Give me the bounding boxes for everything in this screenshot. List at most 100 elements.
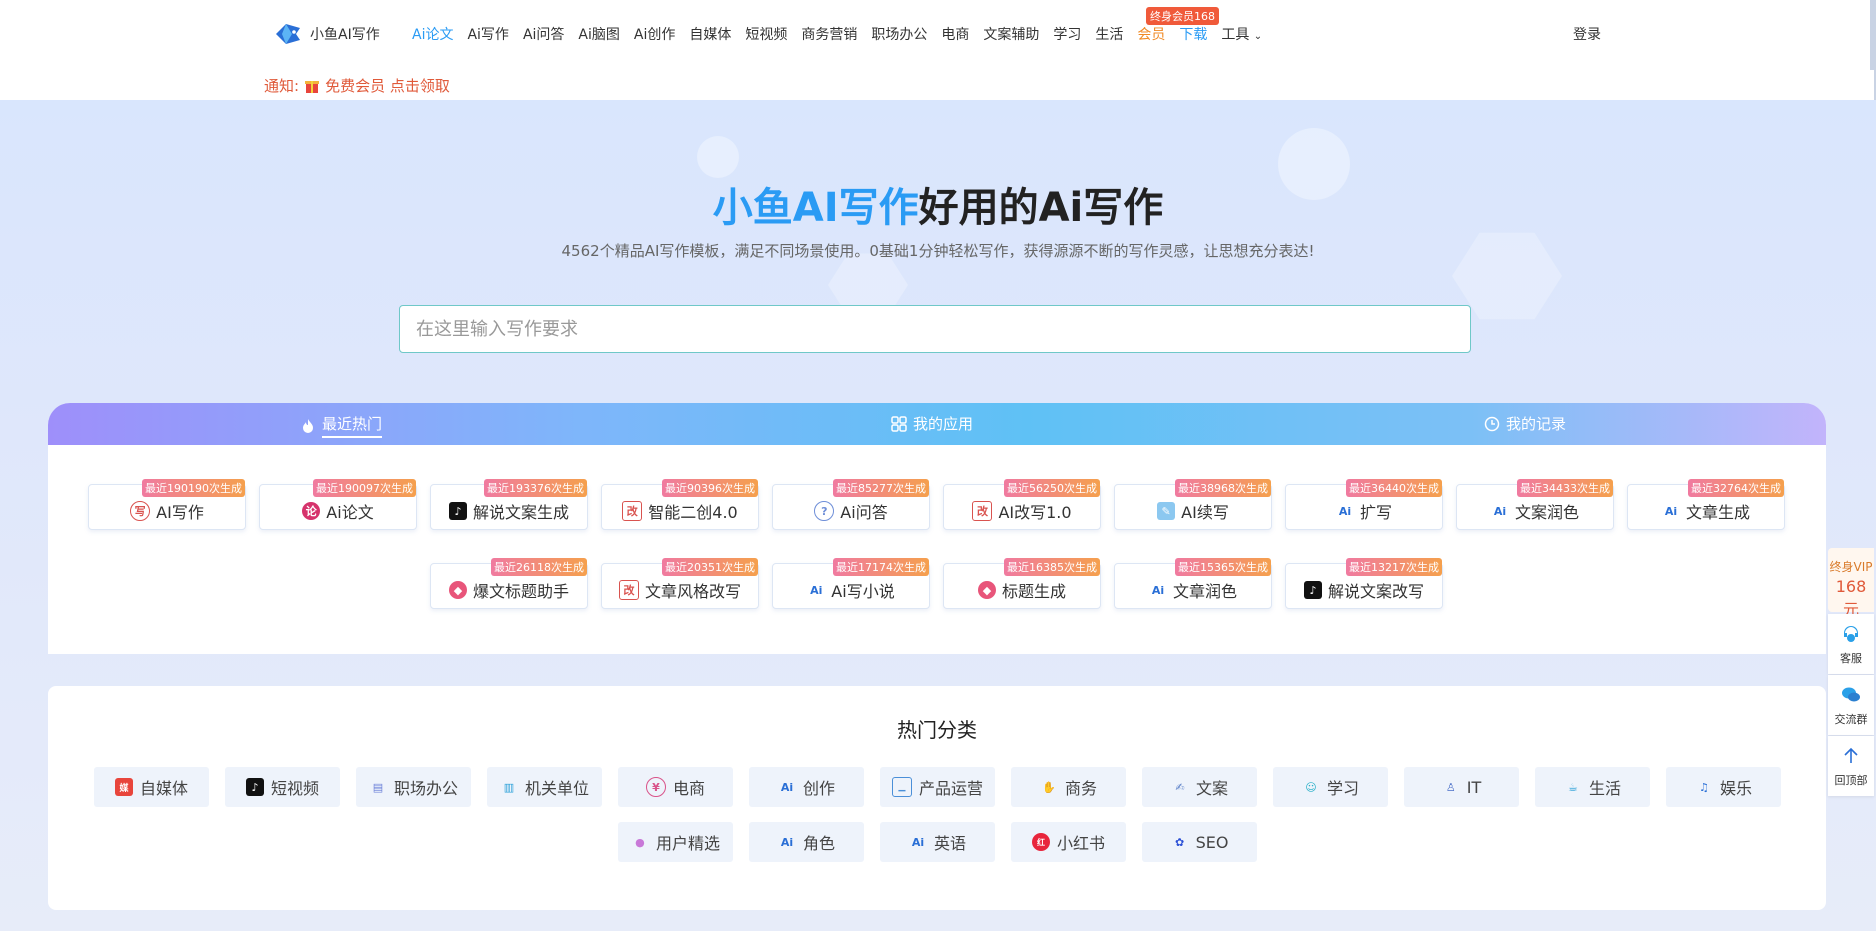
app-label: 扩写 [1359,503,1392,522]
category-seo[interactable]: ✿ SEO [1142,822,1257,862]
app-card-title-gen[interactable]: 最近16385次生成 ◆ 标题生成 [943,558,1101,609]
community-button[interactable]: 交流群 [1828,675,1874,735]
app-card-ai-novel[interactable]: 最近17174次生成 Ai Ai写小说 [772,558,930,609]
category-study[interactable]: ☺ 学习 [1273,767,1388,807]
nav-ai-paper[interactable]: Ai论文 [405,24,460,44]
category-user-picks[interactable]: ● 用户精选 [618,822,733,862]
app-label: Ai论文 [326,503,374,522]
category-label: 小红书 [1056,834,1105,853]
app-card-style-rewrite[interactable]: 最近20351次生成 改文章风格改写 [601,558,759,609]
app-card-ai-continue[interactable]: 最近38968次生成 ✎ AI续写 [1114,479,1272,530]
edit-box-icon: 改 [618,580,639,600]
vip-label: 终身VIP [1829,560,1873,574]
category-role[interactable]: Ai 角色 [749,822,864,862]
nav-ecommerce[interactable]: 电商 [934,24,976,44]
category-label: 创作 [802,779,835,798]
nav-tools[interactable]: 工具 ⌄ [1214,24,1269,44]
notice-link[interactable]: 免费会员 点击领取 [325,75,450,96]
app-card-ai-rewrite[interactable]: 最近56250次生成 改 AI改写1.0 [943,479,1101,530]
lifetime-vip-button[interactable]: 终身VIP 168元 [1828,548,1874,619]
category-short-video[interactable]: ♪ 短视频 [225,767,340,807]
tiktok-icon: ♪ [245,778,264,796]
arrow-up-icon [1844,747,1858,763]
person-icon: ☺ [1305,780,1317,794]
user-icon: ● [635,835,645,849]
nav-copy-assist[interactable]: 文案辅助 [976,24,1046,44]
tab-recent-hot-label: 最近热门 [322,413,383,438]
category-xiaohongshu[interactable]: 红小红书 [1011,822,1126,862]
category-ecommerce[interactable]: ¥ 电商 [618,767,733,807]
usage-badge: 最近193376次生成 [484,479,587,497]
category-label: 短视频 [270,779,319,798]
nav-download[interactable]: 下载 [1172,24,1214,44]
category-self-media[interactable]: 媒自媒体 [94,767,209,807]
hero-title-rest: 好用的Ai写作 [918,185,1164,231]
nav-business-marketing[interactable]: 商务营销 [794,24,864,44]
tag-icon: ◆ [448,581,467,599]
tab-my-apps[interactable]: 我的应用 [891,413,973,434]
app-card-article-polish[interactable]: 最近15365次生成 Ai 文章润色 [1114,558,1272,609]
nav-membership[interactable]: 会员 [1130,24,1172,44]
ai-sparkle-icon: Ai [911,835,925,849]
category-business[interactable]: ✋ 商务 [1011,767,1126,807]
category-entertainment[interactable]: ♫ 娱乐 [1666,767,1781,807]
app-card-ai-qa[interactable]: 最近85277次生成 ? Ai问答 [772,479,930,530]
app-card-viral-title[interactable]: 最近26118次生成 ◆ 爆文标题助手 [430,558,588,609]
app-card-ai-paper[interactable]: 最近190097次生成 论 Ai论文 [259,479,417,530]
nav-self-media[interactable]: 自媒体 [682,24,738,44]
app-card-article-gen[interactable]: 最近32764次生成 Ai 文章生成 [1627,479,1785,530]
app-label: AI写作 [156,503,204,522]
category-label: IT [1466,777,1482,797]
category-product-ops[interactable]: ▁ 产品运营 [880,767,995,807]
category-government[interactable]: ▥ 机关单位 [487,767,602,807]
app-card-smart-remix[interactable]: 最近90396次生成 改智能二创4.0 [601,479,759,530]
category-label: 产品运营 [918,779,983,798]
customer-service-button[interactable]: 客服 [1828,614,1874,674]
tab-my-records[interactable]: 我的记录 [1484,413,1566,434]
category-create[interactable]: Ai 创作 [749,767,864,807]
nav-ai-qa[interactable]: Ai问答 [516,24,571,44]
handshake-icon: ✋ [1042,780,1056,794]
nav-short-video[interactable]: 短视频 [738,24,794,44]
tab-recent-hot[interactable]: 最近热门 [300,413,383,438]
usage-badge: 最近38968次生成 [1175,479,1271,497]
app-label: Ai问答 [840,503,888,522]
app-card-copy-polish[interactable]: 最近34433次生成 Ai 文案润色 [1456,479,1614,530]
app-card-commentary-copy[interactable]: 最近193376次生成 ♪ 解说文案生成 [430,479,588,530]
category-it[interactable]: ♙ IT [1404,767,1519,807]
app-card-expand[interactable]: 最近36440次生成 Ai 扩写 [1285,479,1443,530]
ai-sparkle-icon: Ai [810,583,823,597]
nav-office[interactable]: 职场办公 [864,24,934,44]
login-link[interactable]: 登录 [1573,24,1601,44]
logo[interactable]: 小鱼AI写作 [272,18,380,50]
app-label: 解说文案改写 [1327,582,1424,601]
usage-badge: 最近34433次生成 [1517,479,1613,497]
category-copywriting[interactable]: ✍ 文案 [1142,767,1257,807]
music-note-icon: ♫ [1699,780,1709,794]
tab-my-records-label: 我的记录 [1506,415,1567,433]
vip-badge[interactable]: 终身会员168 [1146,7,1219,25]
app-label: 爆文标题助手 [472,582,569,601]
category-life[interactable]: ☕ 生活 [1535,767,1650,807]
nav-life[interactable]: 生活 [1088,24,1130,44]
app-card-ai-writing[interactable]: 最近190190次生成 写 AI写作 [88,479,246,530]
main-nav: Ai论文 Ai写作 Ai问答 Ai脑图 Ai创作 自媒体 短视频 商务营销 职场… [405,24,1269,44]
hot-categories: 热门分类 媒自媒体 ♪ 短视频 ▤ 职场办公 ▥ 机关单位 ¥ 电商 Ai 创作 ▁ 产品运… [48,686,1826,910]
app-label: Ai写小说 [831,582,895,601]
edit-box-icon: 改 [622,501,643,521]
tab-bar: 最近热门 我的应用 我的记录 [48,403,1826,445]
nav-ai-writing[interactable]: Ai写作 [460,24,515,44]
tag-icon: ◆ [977,581,996,599]
writing-request-input[interactable] [400,306,1470,352]
usage-badge: 最近20351次生成 [662,558,758,576]
app-card-commentary-rewrite[interactable]: 最近13217次生成 ♪ 解说文案改写 [1285,558,1443,609]
category-english[interactable]: Ai 英语 [880,822,995,862]
category-office[interactable]: ▤ 职场办公 [356,767,471,807]
nav-ai-mindmap[interactable]: Ai脑图 [571,24,626,44]
nav-ai-create[interactable]: Ai创作 [627,24,682,44]
hero-title-brand: 小鱼AI写作 [712,185,919,231]
ai-sparkle-icon: Ai [1664,504,1678,518]
back-to-top-button[interactable]: 回顶部 [1828,736,1874,796]
nav-study[interactable]: 学习 [1046,24,1088,44]
category-label: 商务 [1064,779,1097,798]
